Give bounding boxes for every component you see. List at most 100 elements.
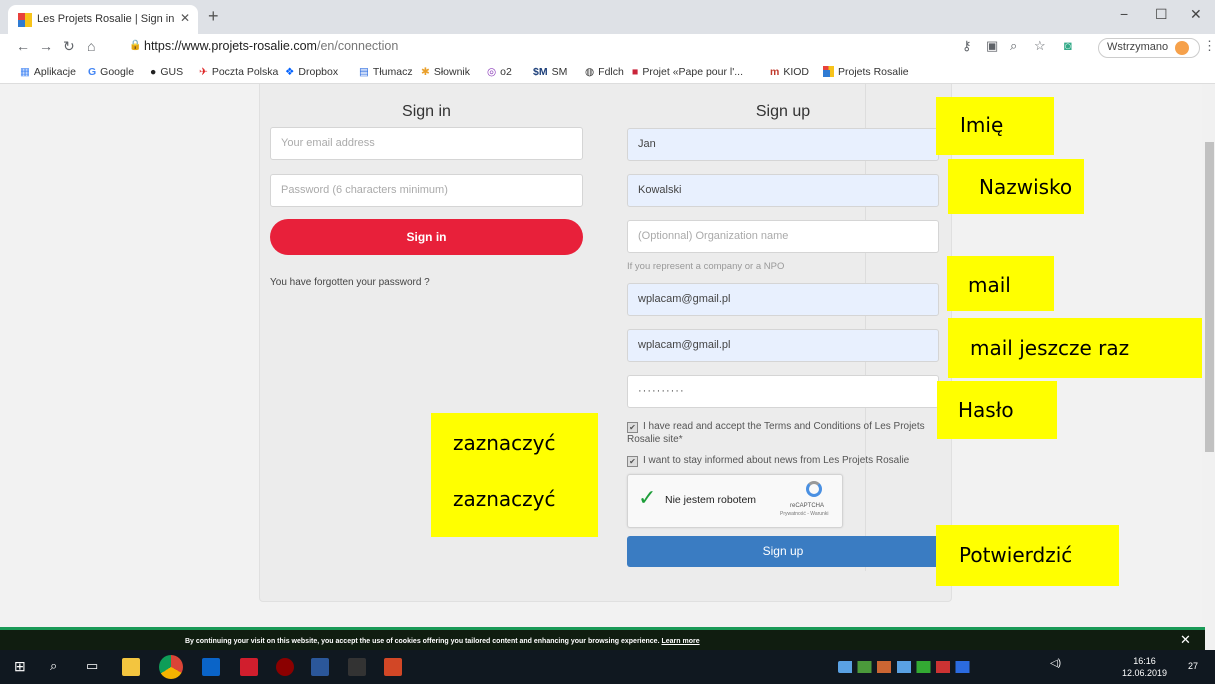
checkmark-icon: ✓ bbox=[638, 485, 657, 510]
email-confirm-field[interactable]: wplacam@gmail.pl bbox=[627, 329, 939, 362]
bookmarks-bar: ▦ Aplikacje G Google ● GUS ✈ Poczta Polska ❖… bbox=[0, 62, 1215, 84]
bookmark-label: Google bbox=[100, 66, 135, 78]
organization-hint: If you represent a company or a NPO bbox=[627, 261, 785, 272]
lock-icon[interactable]: 🔒 bbox=[129, 40, 141, 51]
minimize-button[interactable]: − bbox=[1120, 6, 1128, 22]
bookmark-label: Projets Rosalie bbox=[838, 66, 909, 78]
close-window-button[interactable]: ✕ bbox=[1190, 6, 1202, 23]
bookmark-dropbox[interactable]: ❖ Dropbox bbox=[285, 66, 338, 78]
bookmark-projet[interactable]: ■ Projet «Pape pour l'... bbox=[632, 66, 743, 78]
news-text: I want to stay informed about news from … bbox=[643, 455, 910, 466]
reload-icon[interactable]: ↻ bbox=[63, 38, 75, 55]
paused-label: Wstrzymano bbox=[1107, 41, 1169, 53]
news-checkbox[interactable]: ✔ bbox=[627, 456, 638, 467]
bookmark-label: Aplikacje bbox=[33, 66, 76, 78]
bookmark-aplikacje[interactable]: ▦ Aplikacje bbox=[20, 66, 76, 78]
system-tray-icons[interactable] bbox=[838, 661, 978, 673]
rosalie-icon bbox=[823, 66, 834, 77]
address-bar[interactable]: https://www.projets-rosalie.com/en/conne… bbox=[144, 39, 398, 53]
terms-checkbox-row[interactable]: ✔ I have read and accept the Terms and Co… bbox=[627, 420, 932, 446]
bookmark-slownik[interactable]: ✱ Słownik bbox=[421, 66, 470, 78]
app-bird-icon[interactable] bbox=[348, 658, 366, 676]
last-name-field[interactable]: Kowalski bbox=[627, 174, 939, 207]
task-view-icon[interactable]: ▭ bbox=[86, 658, 104, 676]
powerpoint-icon[interactable] bbox=[384, 658, 402, 676]
forward-arrow-icon[interactable]: → bbox=[39, 38, 53, 54]
captcha-links[interactable]: Prywatność - Warunki bbox=[780, 511, 828, 517]
word-icon[interactable] bbox=[311, 658, 329, 676]
scrollbar-thumb[interactable] bbox=[1205, 142, 1214, 452]
captcha-brand: reCAPTCHA bbox=[790, 503, 825, 509]
bookmark-label: KIOD bbox=[783, 66, 810, 78]
zoom-icon[interactable]: ⌕ bbox=[1010, 38, 1017, 54]
cookie-text: By continuing your visit on this website… bbox=[185, 638, 660, 645]
news-checkbox-row[interactable]: ✔ I want to stay informed about news from… bbox=[627, 454, 932, 467]
menu-kebab-icon[interactable]: ⋮ bbox=[1203, 38, 1215, 54]
bookmark-kiod[interactable]: m KIOD bbox=[770, 66, 809, 78]
first-name-field[interactable]: Jan bbox=[627, 128, 939, 161]
bookmark-google[interactable]: G Google bbox=[88, 66, 134, 78]
signup-button[interactable]: Sign up bbox=[627, 536, 939, 567]
signin-button[interactable]: Sign in bbox=[270, 219, 583, 255]
file-explorer-icon[interactable] bbox=[122, 658, 140, 676]
extension-icon[interactable]: ◙ bbox=[1064, 38, 1072, 53]
bookmark-fdlch[interactable]: ◍ Fdlch bbox=[585, 66, 624, 78]
cookie-close-icon[interactable]: ✕ bbox=[1180, 632, 1191, 648]
signin-password-input[interactable]: Password (6 characters minimum) bbox=[270, 174, 583, 207]
organization-field[interactable]: (Optionnal) Organization name bbox=[627, 220, 939, 253]
annotation-haslo: Hasło bbox=[937, 381, 1057, 439]
annotation-nazwisko: Nazwisko bbox=[948, 159, 1084, 214]
browser-tab[interactable]: Les Projets Rosalie | Sign in / sign ✕ bbox=[8, 5, 198, 34]
bookmark-projets-rosalie[interactable]: Projets Rosalie bbox=[823, 66, 909, 78]
app-red-icon[interactable] bbox=[240, 658, 258, 676]
gus-icon: ● bbox=[150, 66, 157, 78]
chrome-icon[interactable] bbox=[159, 655, 183, 679]
bookmark-label: SM bbox=[551, 66, 568, 78]
back-arrow-icon[interactable]: ← bbox=[16, 38, 30, 54]
forgot-password-link[interactable]: You have forgotten your password ? bbox=[270, 277, 430, 288]
home-icon[interactable]: ⌂ bbox=[87, 38, 95, 54]
bookmark-o2[interactable]: ◎ o2 bbox=[487, 66, 512, 78]
annotation-mail: mail bbox=[947, 256, 1054, 311]
annotation-zaznaczyc-1: zaznaczyć bbox=[453, 431, 556, 455]
app-bug-icon[interactable] bbox=[276, 658, 294, 676]
dictionary-icon: ✱ bbox=[421, 66, 430, 78]
volume-icon[interactable]: ◁) bbox=[1050, 658, 1068, 676]
learn-more-link[interactable]: Learn more bbox=[661, 638, 699, 645]
notification-center-icon[interactable]: 27 bbox=[1188, 661, 1208, 679]
key-icon[interactable]: ⚷ bbox=[962, 38, 972, 54]
windows-start-icon[interactable]: ⊞ bbox=[14, 658, 32, 676]
clock-time: 16:16 bbox=[1133, 656, 1156, 666]
outlook-icon[interactable] bbox=[202, 658, 220, 676]
bookmark-tlumacz[interactable]: ▤ Tłumacz bbox=[359, 66, 413, 78]
email-field[interactable]: wplacam@gmail.pl bbox=[627, 283, 939, 316]
bookmark-poczta[interactable]: ✈ Poczta Polska bbox=[199, 66, 278, 78]
taskbar-clock[interactable]: 16:16 12.06.2019 bbox=[1122, 655, 1167, 679]
terms-checkbox[interactable]: ✔ bbox=[627, 422, 638, 433]
maximize-button[interactable]: ☐ bbox=[1155, 6, 1168, 23]
bookmark-sm[interactable]: $M SM bbox=[533, 66, 567, 78]
rosalie-favicon-icon bbox=[18, 13, 32, 27]
google-icon: G bbox=[88, 66, 97, 78]
tab-close-icon[interactable]: ✕ bbox=[180, 11, 190, 25]
recaptcha-logo-icon bbox=[806, 481, 822, 497]
captcha-label: Nie jestem robotem bbox=[665, 494, 757, 506]
signin-email-input[interactable]: Your email address bbox=[270, 127, 583, 160]
translate-page-icon[interactable]: ▣ bbox=[986, 38, 998, 54]
translate-icon: ▤ bbox=[359, 66, 369, 78]
annotation-mail-again: mail jeszcze raz bbox=[948, 318, 1202, 378]
sm-icon: $M bbox=[533, 66, 548, 78]
bookmark-label: Fdlch bbox=[598, 66, 624, 78]
bookmark-gus[interactable]: ● GUS bbox=[150, 66, 183, 78]
signup-title: Sign up bbox=[755, 103, 811, 120]
star-icon[interactable]: ☆ bbox=[1034, 38, 1046, 54]
avatar bbox=[1175, 41, 1189, 55]
new-tab-button[interactable]: + bbox=[208, 6, 219, 27]
profile-paused-button[interactable]: Wstrzymano bbox=[1098, 38, 1200, 58]
url-host: https://www.projets-rosalie.com bbox=[144, 39, 317, 53]
search-icon[interactable]: ⌕ bbox=[50, 658, 68, 676]
password-field[interactable]: ·········· bbox=[627, 375, 939, 408]
recaptcha-widget[interactable]: ✓ Nie jestem robotem reCAPTCHA Prywatnoś… bbox=[627, 474, 843, 528]
globe-icon: ◍ bbox=[585, 66, 595, 78]
windows-taskbar: ⊞ ⌕ ▭ ◁) 27 bbox=[0, 650, 1215, 684]
